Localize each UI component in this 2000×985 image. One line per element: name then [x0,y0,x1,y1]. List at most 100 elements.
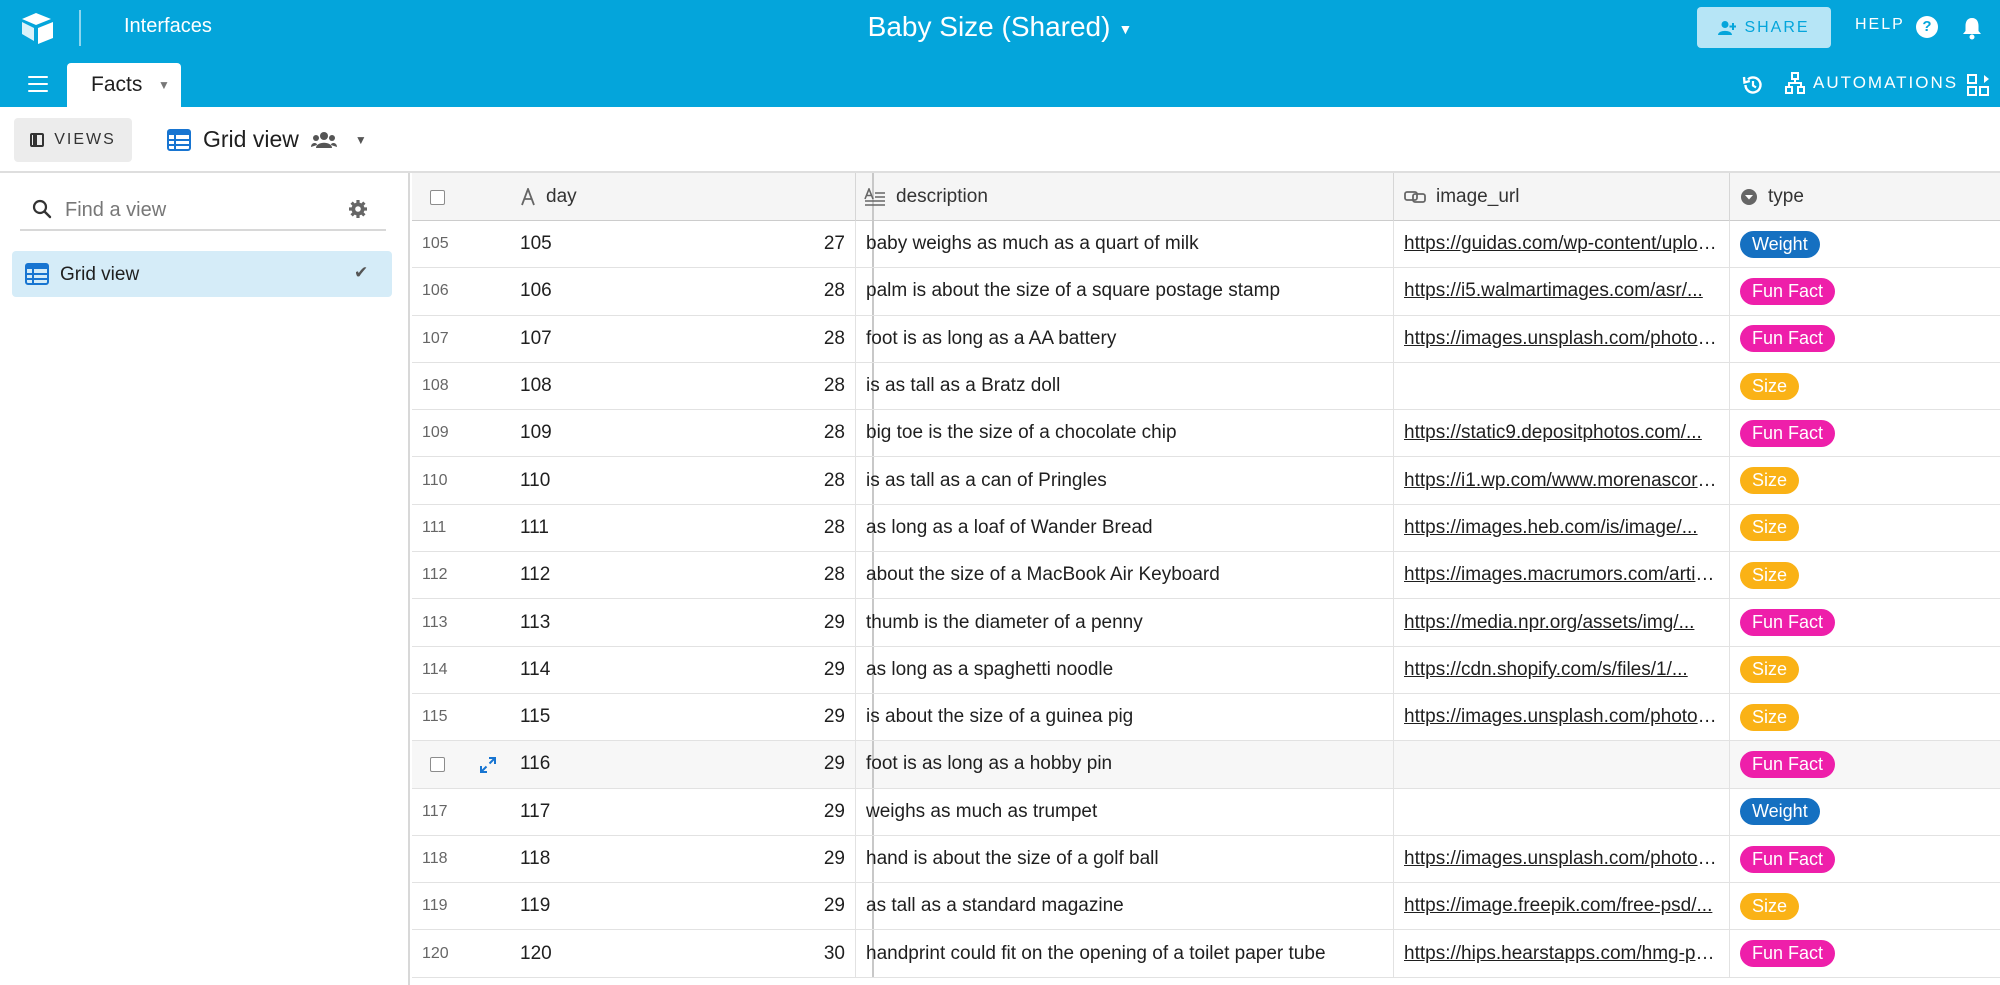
image-url-link[interactable]: https://i5.walmartimages.com/asr/... [1404,280,1719,302]
image-url-link[interactable]: https://i1.wp.com/www.morenascorner.com/… [1404,470,1719,492]
image-url-link[interactable]: https://images.unsplash.com/photo-... [1404,328,1719,350]
help-link[interactable]: HELP [1855,16,1905,34]
image-url-cell[interactable]: https://images.heb.com/is/image/... [1394,504,1730,552]
image-url-cell[interactable]: https://i5.walmartimages.com/asr/... [1394,268,1730,315]
description-cell[interactable]: big toe is the size of a chocolate chip [856,410,1394,457]
week-cell[interactable]: 28 [774,457,856,504]
week-cell[interactable]: 29 [774,835,856,883]
type-cell[interactable]: Fun Fact [1730,316,2000,362]
description-cell[interactable]: is about the size of a guinea pig [856,693,1394,741]
help-question-icon[interactable]: ? [1916,16,1938,38]
type-cell[interactable]: Size [1730,694,2000,740]
type-cell[interactable]: Size [1730,552,2000,598]
airtable-logo-icon[interactable] [20,10,56,46]
table-row[interactable]: 109 109 28 big toe is the size of a chocola… [412,410,2000,458]
table-row[interactable]: 105 105 27 baby weighs as much as a quart o… [412,221,2000,269]
image-url-link[interactable]: https://images.macrumors.com/article-new… [1404,564,1719,586]
image-url-cell[interactable]: https://static9.depositphotos.com/... [1394,410,1730,457]
table-row[interactable]: 120 120 30 handprint could fit on the openi… [412,930,2000,978]
week-cell[interactable]: 29 [774,883,856,930]
tab-chevron-down-icon[interactable]: ▼ [158,78,170,92]
type-cell[interactable]: Weight [1730,789,2000,835]
image-url-link[interactable]: https://media.npr.org/assets/img/... [1404,612,1719,634]
image-url-cell[interactable]: https://guidas.com/wp-content/uploads/..… [1394,221,1730,268]
description-cell[interactable]: baby weighs as much as a quart of milk [856,221,1394,268]
week-cell[interactable]: 28 [774,315,856,362]
sidebar-item-grid-view[interactable]: Grid view ✔ [12,251,392,297]
week-cell[interactable]: 29 [774,741,856,788]
type-cell[interactable]: Fun Fact [1730,930,2000,976]
description-cell[interactable]: hand is about the size of a golf ball [856,835,1394,883]
type-cell[interactable]: Fun Fact [1730,599,2000,645]
image-url-link[interactable]: https://images.unsplash.com/photo-... [1404,848,1719,870]
type-cell[interactable]: Fun Fact [1730,410,2000,456]
image-url-link[interactable]: https://images.heb.com/is/image/... [1404,517,1719,539]
column-header-image-url[interactable]: image_url [1394,173,1730,221]
description-cell[interactable]: is as tall as a Bratz doll [856,362,1394,410]
week-cell[interactable]: 28 [774,552,856,599]
description-cell[interactable]: thumb is the diameter of a penny [856,599,1394,646]
description-cell[interactable]: weighs as much as trumpet [856,788,1394,835]
history-icon[interactable] [1741,73,1765,97]
week-cell[interactable]: 28 [774,410,856,457]
description-cell[interactable]: as long as a spaghetti noodle [856,646,1394,693]
find-view-input[interactable] [65,195,325,225]
image-url-cell[interactable] [1394,788,1730,835]
base-title-chevron-down-icon[interactable]: ▼ [1118,21,1132,37]
image-url-cell[interactable]: https://image.freepik.com/free-psd/... [1394,883,1730,930]
table-row[interactable]: 110 110 28 is as tall as a can of Pringles h… [412,457,2000,505]
expand-record-icon[interactable] [478,755,498,775]
column-header-description[interactable]: description [856,173,1394,221]
description-cell[interactable]: is as tall as a can of Pringles [856,457,1394,504]
table-row[interactable]: 118 118 29 hand is about the size of a golf… [412,835,2000,884]
base-title-text[interactable]: Baby Size (Shared) [868,11,1111,42]
select-all-checkbox[interactable] [430,190,445,205]
type-cell[interactable]: Size [1730,883,2000,929]
table-row[interactable]: 107 107 28 foot is as long as a AA battery h… [412,315,2000,363]
week-cell[interactable]: 28 [774,268,856,315]
apps-grid-icon[interactable] [1967,74,1991,96]
image-url-cell[interactable] [1394,741,1730,788]
hamburger-menu-icon[interactable] [28,76,48,92]
type-cell[interactable]: Size [1730,363,2000,409]
view-chevron-down-icon[interactable]: ▼ [355,133,367,147]
image-url-link[interactable]: https://hips.hearstapps.com/hmg-prod/... [1404,943,1719,965]
interfaces-link[interactable]: Interfaces [124,15,212,38]
type-cell[interactable]: Fun Fact [1730,741,2000,787]
image-url-cell[interactable]: https://images.unsplash.com/photo-... [1394,835,1730,883]
table-row[interactable]: 116 29 foot is as long as a hobby pin Fun F… [412,741,2000,789]
table-row[interactable]: 108 108 28 is as tall as a Bratz doll Size [412,362,2000,411]
current-view-selector[interactable]: Grid view ▼ [167,126,367,153]
image-url-cell[interactable] [1394,362,1730,410]
week-cell[interactable]: 30 [774,930,856,977]
image-url-cell[interactable]: https://media.npr.org/assets/img/... [1394,599,1730,646]
table-row[interactable]: 119 119 29 as tall as a standard magazine ht… [412,883,2000,931]
week-cell[interactable]: 29 [774,599,856,646]
week-cell[interactable]: 28 [774,504,856,552]
image-url-cell[interactable]: https://images.macrumors.com/article-new… [1394,552,1730,599]
week-cell[interactable]: 29 [774,646,856,693]
notifications-bell-icon[interactable] [1961,16,1983,40]
table-row[interactable]: 112 112 28 about the size of a MacBook Air … [412,552,2000,600]
table-row[interactable]: 111 111 28 as long as a loaf of Wander Brea… [412,504,2000,553]
table-row[interactable]: 115 115 29 is about the size of a guinea pi… [412,693,2000,742]
type-cell[interactable]: Size [1730,647,2000,693]
description-cell[interactable]: about the size of a MacBook Air Keyboard [856,552,1394,599]
row-select-checkbox[interactable] [430,757,445,773]
automations-button[interactable]: AUTOMATIONS [1785,72,1958,94]
image-url-cell[interactable]: https://images.unsplash.com/photo-... [1394,693,1730,741]
views-toggle-button[interactable]: VIEWS [14,118,132,162]
image-url-cell[interactable]: https://i1.wp.com/www.morenascorner.com/… [1394,457,1730,504]
type-cell[interactable]: Size [1730,505,2000,551]
week-cell[interactable]: 28 [774,362,856,410]
gear-icon[interactable] [348,199,368,219]
type-cell[interactable]: Weight [1730,221,2000,267]
image-url-cell[interactable]: https://cdn.shopify.com/s/files/1/... [1394,646,1730,693]
image-url-link[interactable]: https://images.unsplash.com/photo-... [1404,706,1719,728]
week-cell[interactable]: 27 [774,221,856,268]
week-cell[interactable]: 29 [774,788,856,835]
description-cell[interactable]: foot is as long as a hobby pin [856,741,1394,788]
tab-facts[interactable]: Facts ▼ [67,63,181,107]
type-cell[interactable]: Size [1730,457,2000,503]
image-url-link[interactable]: https://static9.depositphotos.com/... [1404,422,1719,444]
